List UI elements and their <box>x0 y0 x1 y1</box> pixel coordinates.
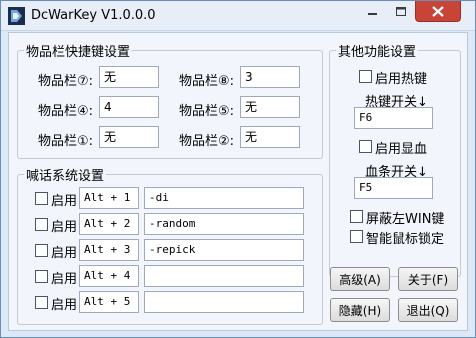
app-icon <box>8 7 25 25</box>
client-area: 物品栏快捷键设置 物品栏⑦: 无 物品栏⑧: 3 物品栏④: 4 物品栏⑤: 无… <box>8 32 468 331</box>
title-bar[interactable]: DcWarKey V1.0.0.0 <box>1 1 475 31</box>
hotkey-switch-input[interactable]: F6 <box>354 107 433 129</box>
chat-text-4[interactable] <box>144 265 304 287</box>
chat-hotkey-1[interactable]: Alt + 1 <box>79 187 139 209</box>
chat-legend: 喊话系统设置 <box>26 169 105 184</box>
maximize-button[interactable] <box>387 1 415 22</box>
chat-enable-checkbox-4[interactable] <box>35 270 48 283</box>
maximize-icon <box>396 6 406 16</box>
chat-enable-label-2: 启用 <box>51 220 78 235</box>
chat-enable-label-5: 启用 <box>51 298 78 313</box>
window-title: DcWarKey V1.0.0.0 <box>31 8 156 23</box>
about-button[interactable]: 关于(F) <box>398 267 458 291</box>
chat-enable-label-4: 启用 <box>51 272 78 287</box>
chat-hotkey-3[interactable]: Alt + 3 <box>79 239 139 261</box>
slot-2-label: 物品栏②: <box>179 134 235 149</box>
advanced-button[interactable]: 高级(A) <box>330 267 390 291</box>
slot-5-label: 物品栏⑤: <box>179 104 235 119</box>
chat-hotkey-4[interactable]: Alt + 4 <box>79 265 139 287</box>
chat-text-2[interactable]: -random <box>144 213 304 235</box>
chat-enable-checkbox-1[interactable] <box>35 192 48 205</box>
chat-hotkey-2[interactable]: Alt + 2 <box>79 213 139 235</box>
slot-1-input[interactable]: 无 <box>99 126 159 148</box>
smart-lock-checkbox[interactable] <box>350 230 363 243</box>
healthbar-switch-input[interactable]: F5 <box>354 177 433 199</box>
minimize-button[interactable] <box>359 1 387 22</box>
chat-hotkey-5[interactable]: Alt + 5 <box>79 291 139 313</box>
slot-5-input[interactable]: 无 <box>240 96 300 118</box>
hide-button[interactable]: 隐藏(H) <box>330 298 390 322</box>
enable-healthbar-checkbox[interactable] <box>359 140 372 153</box>
slot-4-input[interactable]: 4 <box>99 96 159 118</box>
chat-text-1[interactable]: -di <box>144 187 304 209</box>
chat-enable-checkbox-5[interactable] <box>35 296 48 309</box>
app-window: DcWarKey V1.0.0.0 物品栏快捷键设置 物品栏⑦: 无 物品栏⑧:… <box>0 0 476 338</box>
smart-lock-label: 智能鼠标锁定 <box>366 232 445 247</box>
chat-enable-label-1: 启用 <box>51 194 78 209</box>
enable-healthbar-label: 启用显血 <box>375 142 428 157</box>
block-win-label: 屏蔽左WIN键 <box>366 212 445 227</box>
chat-enable-label-3: 启用 <box>51 246 78 261</box>
inventory-legend: 物品栏快捷键设置 <box>26 45 131 60</box>
close-icon <box>432 5 444 17</box>
slot-4-label: 物品栏④: <box>38 104 94 119</box>
chat-enable-checkbox-2[interactable] <box>35 218 48 231</box>
block-win-checkbox[interactable] <box>350 210 363 223</box>
slot-2-input[interactable]: 无 <box>240 126 300 148</box>
enable-hotkey-label: 启用热键 <box>375 72 428 87</box>
other-legend: 其他功能设置 <box>338 45 417 60</box>
slot-7-label: 物品栏⑦: <box>38 74 94 89</box>
exit-button[interactable]: 退出(Q) <box>398 298 458 322</box>
chat-text-5[interactable] <box>144 291 304 313</box>
minimize-icon <box>368 12 377 15</box>
slot-8-input[interactable]: 3 <box>240 66 300 88</box>
slot-7-input[interactable]: 无 <box>99 66 159 88</box>
chat-text-3[interactable]: -repick <box>144 239 304 261</box>
slot-1-label: 物品栏①: <box>38 134 94 149</box>
close-button[interactable] <box>415 1 461 22</box>
enable-hotkey-checkbox[interactable] <box>359 70 372 83</box>
chat-enable-checkbox-3[interactable] <box>35 244 48 257</box>
slot-8-label: 物品栏⑧: <box>179 74 235 89</box>
